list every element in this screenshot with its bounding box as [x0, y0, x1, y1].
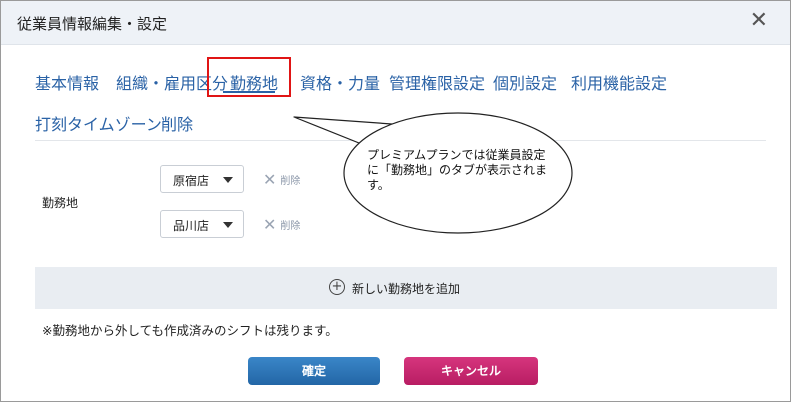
callout-text: プレミアムプランでは従業員設定に「勤務地」のタブが表示されます。 — [367, 148, 548, 192]
plus-circle-icon: + — [329, 279, 345, 295]
close-icon[interactable]: ✕ — [750, 9, 768, 33]
cancel-button[interactable]: キャンセル — [404, 357, 538, 385]
workplace-select-2-value: 品川店 — [173, 219, 210, 233]
close-icon: ✕ — [263, 215, 277, 234]
remove-label: 削除 — [280, 176, 301, 187]
tabs-divider — [35, 140, 766, 141]
workplace-select-1-value: 原宿店 — [173, 174, 210, 188]
remove-workplace-1[interactable]: ✕ 削除 — [263, 170, 300, 189]
workplace-note: ※勤務地から外しても作成済みのシフトは残ります。 — [42, 323, 338, 338]
tab-individual-settings[interactable]: 個別設定 — [493, 70, 557, 94]
close-icon: ✕ — [263, 170, 277, 189]
remove-workplace-2[interactable]: ✕ 削除 — [263, 215, 300, 234]
workplace-select-1[interactable]: 原宿店 — [160, 165, 244, 193]
confirm-button[interactable]: 確定 — [248, 357, 380, 385]
chevron-down-icon — [223, 222, 233, 228]
tab-admin-permissions[interactable]: 管理権限設定 — [389, 70, 485, 94]
workplace-select-2[interactable]: 品川店 — [160, 210, 244, 238]
dialog-title: 従業員情報編集・設定 — [17, 15, 168, 33]
dialog-header: 従業員情報編集・設定 ✕ — [1, 1, 790, 45]
add-workplace-label: 新しい勤務地を追加 — [352, 282, 461, 296]
tab-qualifications[interactable]: 資格・力量 — [300, 70, 380, 94]
remove-label: 削除 — [280, 221, 301, 232]
tab-delete[interactable]: 削除 — [161, 111, 193, 135]
tab-feature-settings[interactable]: 利用機能設定 — [571, 70, 667, 94]
employee-settings-dialog: 従業員情報編集・設定 ✕ 基本情報 組織・雇用区分 勤務地 資格・力量 管理権限… — [0, 0, 791, 402]
tab-punch-timezone[interactable]: 打刻タイムゾーン — [35, 111, 162, 135]
add-workplace-button[interactable]: + 新しい勤務地を追加 — [35, 267, 777, 309]
tab-highlight-box — [207, 57, 291, 97]
chevron-down-icon — [223, 177, 233, 183]
workplace-label: 勤務地 — [42, 196, 79, 210]
tab-basic-info[interactable]: 基本情報 — [35, 70, 99, 94]
callout-bubble — [293, 112, 573, 234]
